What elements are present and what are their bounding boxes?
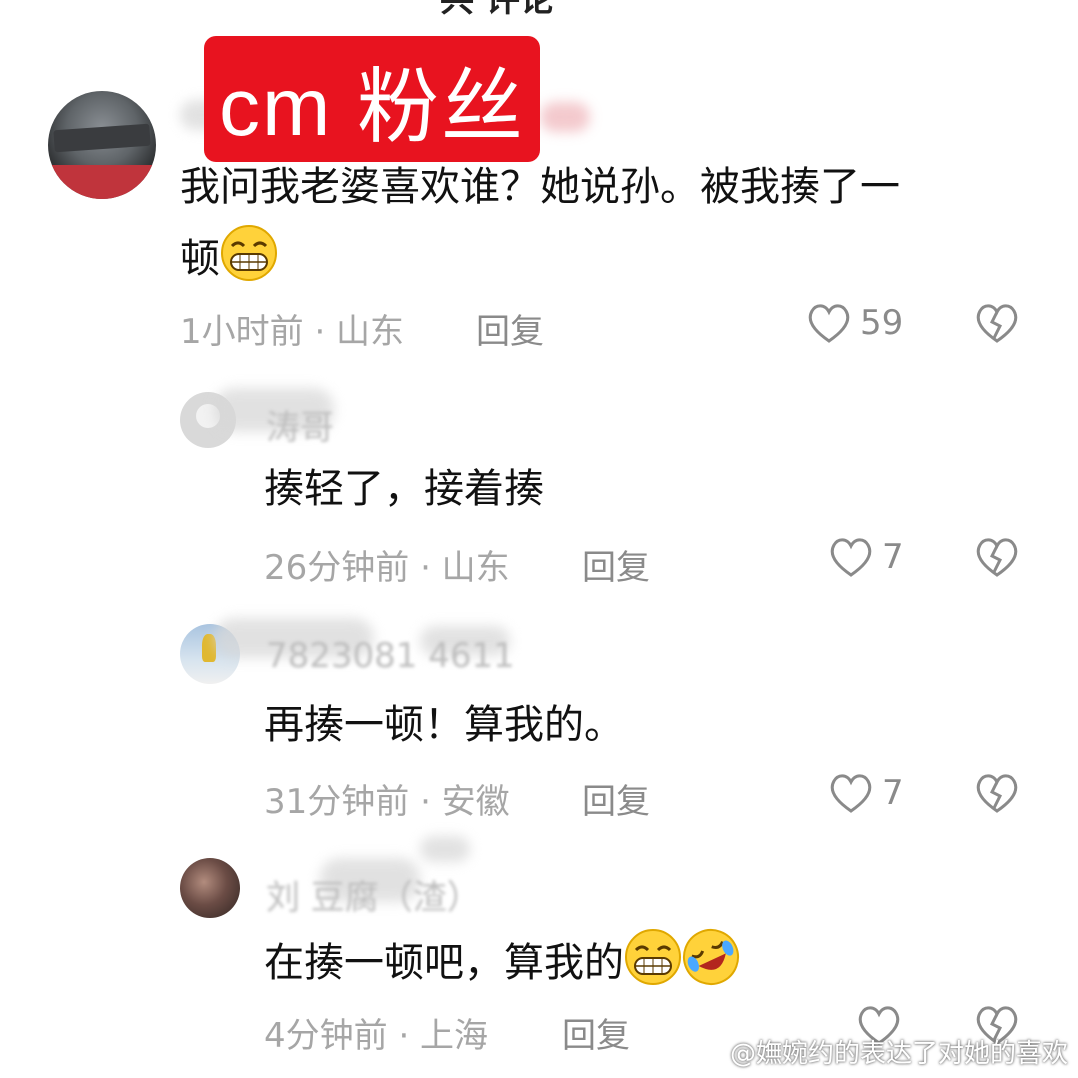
comment-meta: 31分钟前 · 安徽 (264, 782, 510, 822)
broken-heart-icon (974, 536, 1020, 578)
commenter-name[interactable]: 涛哥 (266, 400, 334, 449)
comment-text: 我问我老婆喜欢谁？她说孙。被我揍了一 (180, 164, 900, 210)
broken-heart-icon (974, 302, 1020, 344)
grin-emoji-icon (624, 928, 682, 1002)
comment-meta: 1小时前 · 山东 (180, 312, 405, 352)
comment-text: 再揍一顿！算我的。 (264, 702, 624, 748)
heart-outline-icon (806, 302, 852, 344)
comment-text: 在揍一顿吧，算我的 (264, 928, 740, 1002)
avatar[interactable] (180, 858, 240, 918)
reply-button[interactable]: 回复 (562, 1008, 630, 1057)
heart-outline-icon (828, 772, 874, 814)
like-button[interactable]: 7 (828, 772, 904, 814)
dislike-button[interactable] (974, 536, 1020, 578)
like-count: 59 (860, 303, 904, 343)
reply-button[interactable]: 回复 (582, 540, 650, 589)
avatar[interactable] (48, 91, 156, 199)
commenter-name[interactable]: 7823081 4611 (266, 636, 515, 676)
fan-badge: cm 粉丝 (204, 36, 540, 162)
reply-button[interactable]: 回复 (582, 774, 650, 823)
comment-count-header: 共 评论 (440, 0, 554, 20)
comment-text: 揍轻了，接着揍 (264, 466, 544, 512)
dislike-button[interactable] (974, 772, 1020, 814)
reply-button[interactable]: 回复 (476, 304, 544, 353)
weibo-logo-icon (690, 1038, 724, 1066)
watermark-text: @嫵婉约的表达了对她的喜欢 (729, 1039, 1068, 1069)
heart-outline-icon (828, 536, 874, 578)
rolling-laugh-emoji-icon (682, 928, 740, 1002)
grin-emoji-icon (220, 224, 278, 298)
dislike-button[interactable] (974, 302, 1020, 344)
comment-text-continued: 顿 (180, 224, 278, 298)
like-count: 7 (882, 537, 904, 577)
watermark: @嫵婉约的表达了对她的喜欢 (690, 1033, 1068, 1070)
broken-heart-icon (974, 772, 1020, 814)
like-button[interactable]: 7 (828, 536, 904, 578)
comment-meta: 4分钟前 · 上海 (264, 1016, 489, 1056)
like-count: 7 (882, 773, 904, 813)
comment-meta: 26分钟前 · 山东 (264, 548, 510, 588)
commenter-name[interactable]: 刘 豆腐（渣） (266, 870, 481, 919)
like-button[interactable]: 59 (806, 302, 903, 344)
